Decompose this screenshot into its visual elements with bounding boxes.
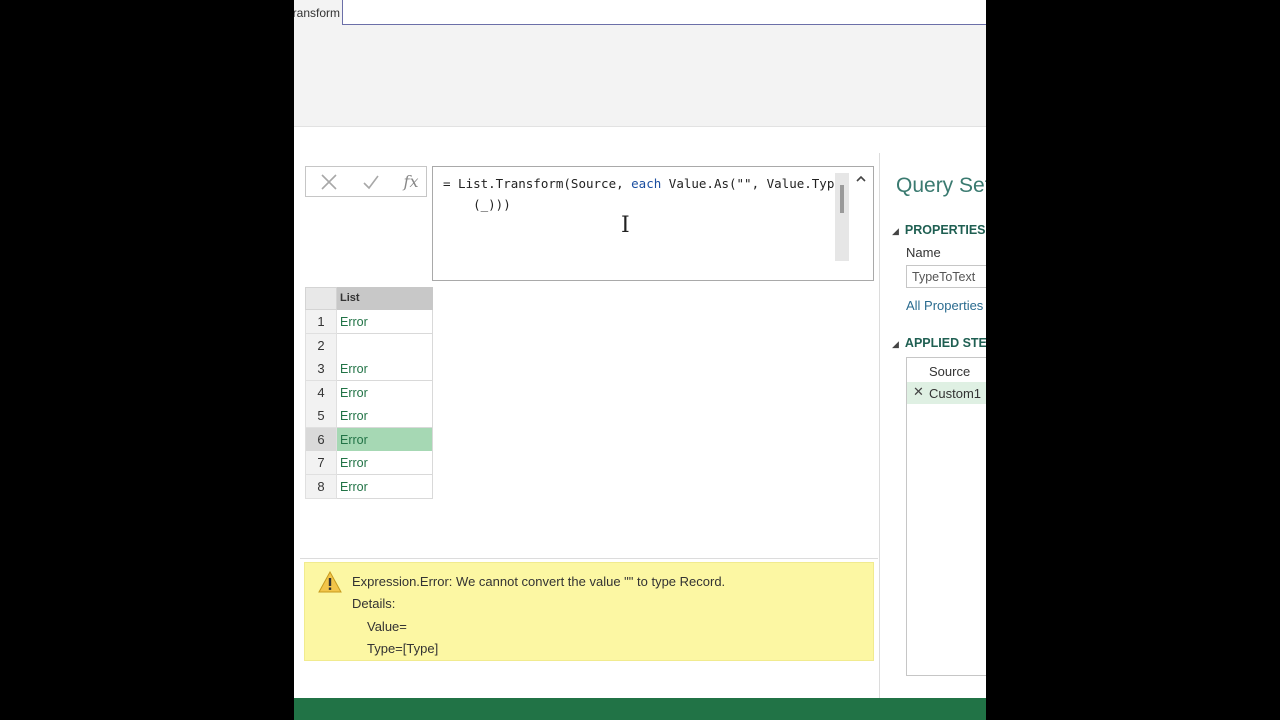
row-number[interactable]: 7: [305, 451, 337, 475]
delete-step-icon[interactable]: ✕: [913, 384, 924, 400]
row-number[interactable]: 8: [305, 474, 337, 499]
ribbon-tabs: Transform: [294, 0, 986, 25]
status-bar: [294, 698, 986, 720]
ribbon-tab-strip: [342, 0, 986, 25]
cell-value[interactable]: Error: [337, 427, 433, 452]
applied-steps-section-header[interactable]: ◢APPLIED STEPS: [892, 336, 986, 350]
collapse-triangle-icon: ◢: [892, 226, 899, 236]
column-header-list[interactable]: List: [337, 287, 433, 310]
formula-controls: fx: [305, 166, 427, 197]
warning-icon: [318, 571, 342, 593]
grid-header: List: [305, 287, 433, 310]
query-settings-title: Query Settings: [896, 174, 986, 197]
data-grid: List 1 Error 2 3 Error 4 Error 5 Error 6 Error 7 Err…: [305, 287, 433, 499]
properties-section-header[interactable]: ◢ PROPERTIES: [892, 223, 986, 237]
cell-value[interactable]: [337, 333, 433, 358]
table-row[interactable]: 2: [305, 333, 433, 358]
step-source[interactable]: Source: [907, 360, 986, 382]
row-number[interactable]: 5: [305, 404, 337, 428]
row-number[interactable]: 4: [305, 380, 337, 405]
preview-divider: [300, 558, 878, 559]
table-row[interactable]: 8 Error: [305, 474, 433, 499]
pane-divider: [879, 153, 880, 698]
cell-value[interactable]: Error: [337, 357, 433, 381]
row-number[interactable]: 6: [305, 427, 337, 452]
table-row[interactable]: 6 Error: [305, 427, 433, 452]
tab-transform[interactable]: Transform: [294, 0, 342, 25]
ribbon-body: [294, 25, 986, 127]
formula-editor[interactable]: = List.Transform(Source, each Value.As("…: [432, 166, 874, 281]
row-number[interactable]: 1: [305, 310, 337, 334]
error-details-label: Details:: [352, 596, 396, 611]
applied-steps-list: Source ✕ Custom1: [906, 357, 986, 676]
x-icon: [321, 174, 337, 190]
error-type-line: Type=[Type]: [367, 641, 439, 656]
table-row[interactable]: 1 Error: [305, 310, 433, 334]
insert-function-button[interactable]: fx: [396, 170, 426, 194]
table-row[interactable]: 5 Error: [305, 404, 433, 428]
collapse-formula-button[interactable]: [853, 173, 869, 189]
formula-scrollbar[interactable]: [835, 173, 849, 261]
grid-corner[interactable]: [305, 287, 337, 310]
collapse-triangle-icon: ◢: [892, 339, 899, 349]
query-name-input[interactable]: TypeToText: [906, 265, 986, 288]
cell-value[interactable]: Error: [337, 404, 433, 428]
name-label: Name: [906, 245, 941, 260]
table-row[interactable]: 4 Error: [305, 380, 433, 405]
commit-formula-button[interactable]: [356, 170, 386, 194]
table-row[interactable]: 7 Error: [305, 451, 433, 475]
step-custom1[interactable]: ✕ Custom1: [907, 382, 986, 404]
cell-value[interactable]: Error: [337, 474, 433, 499]
chevron-up-icon: [856, 175, 866, 182]
scrollbar-thumb[interactable]: [840, 185, 844, 213]
check-icon: [363, 175, 379, 190]
row-number[interactable]: 2: [305, 333, 337, 358]
all-properties-link[interactable]: All Properties: [906, 298, 983, 313]
error-panel: Expression.Error: We cannot convert the …: [304, 562, 874, 661]
table-row[interactable]: 3 Error: [305, 357, 433, 381]
text-cursor-icon: I: [621, 213, 630, 238]
cell-value[interactable]: Error: [337, 310, 433, 334]
cancel-formula-button[interactable]: [314, 170, 344, 194]
cell-value[interactable]: Error: [337, 380, 433, 405]
formula-keyword: each: [631, 176, 662, 191]
error-message: Expression.Error: We cannot convert the …: [352, 574, 726, 589]
row-number[interactable]: 3: [305, 357, 337, 381]
formula-text[interactable]: = List.Transform(Source, each Value.As("…: [443, 173, 842, 215]
error-value-line: Value=: [367, 619, 407, 634]
power-query-editor: Transform fx = List.Transform(Source, ea…: [294, 0, 986, 720]
cell-value[interactable]: Error: [337, 451, 433, 475]
